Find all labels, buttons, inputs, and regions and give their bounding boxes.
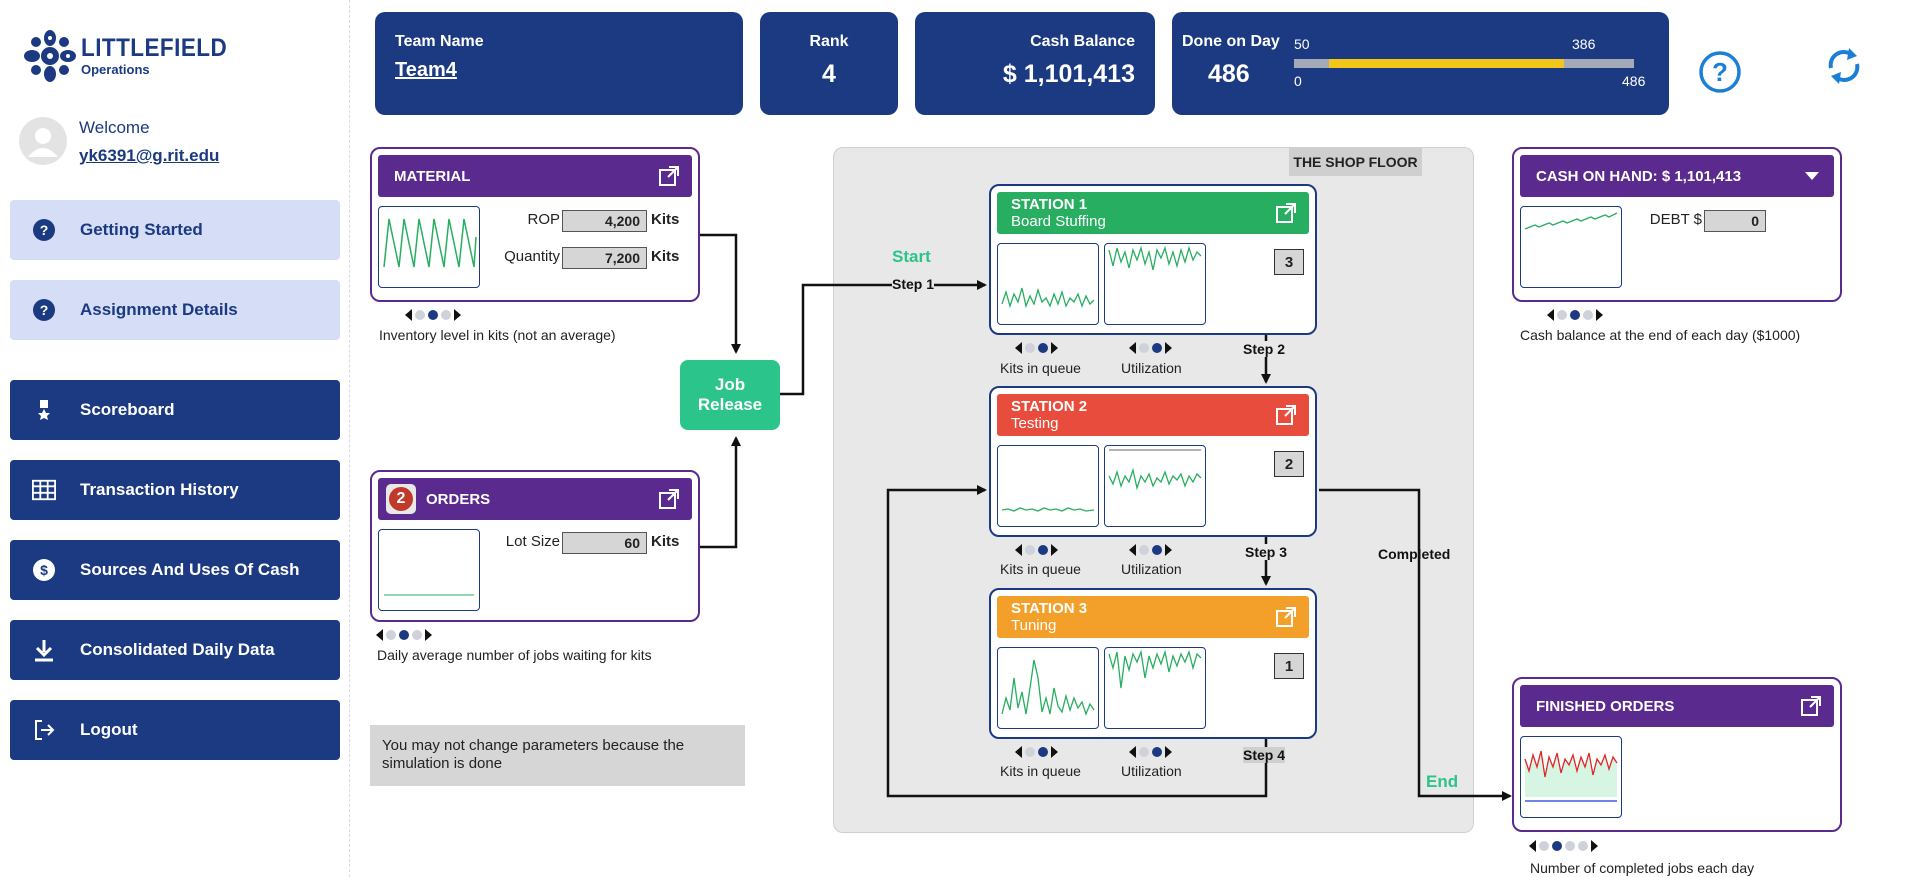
pager-dot[interactable]: [1139, 747, 1149, 757]
prev-arrow-icon[interactable]: [1129, 746, 1136, 758]
prev-arrow-icon[interactable]: [1129, 342, 1136, 354]
pager-dot[interactable]: [1583, 310, 1593, 320]
cash-caption: Cash balance at the end of each day ($10…: [1520, 327, 1801, 343]
next-arrow-icon[interactable]: [1051, 746, 1058, 758]
pager-dot[interactable]: [1565, 841, 1575, 851]
station-3-util-chart[interactable]: [1104, 647, 1206, 729]
external-link-icon[interactable]: [1800, 695, 1822, 717]
prev-arrow-icon[interactable]: [1015, 746, 1022, 758]
job-release-line2: Release: [697, 395, 763, 414]
completed-label: Completed: [1378, 546, 1451, 562]
finished-orders-header: FINISHED ORDERS: [1520, 685, 1834, 727]
step-2-label: Step 2: [1243, 341, 1286, 357]
pager-dot-active[interactable]: [1570, 310, 1580, 320]
pager-dot-active[interactable]: [1038, 747, 1048, 757]
next-arrow-icon[interactable]: [1051, 342, 1058, 354]
prev-arrow-icon[interactable]: [1129, 544, 1136, 556]
finished-orders-title: FINISHED ORDERS: [1536, 697, 1675, 715]
station-2-header: STATION 2 Testing: [997, 394, 1309, 436]
pager-dot[interactable]: [1025, 343, 1035, 353]
pager-dot[interactable]: [1025, 545, 1035, 555]
station-1-name: Board Stuffing: [1011, 213, 1106, 230]
pager-dot[interactable]: [1578, 841, 1588, 851]
station-1-machine-count: 3: [1274, 249, 1304, 275]
cash-pager[interactable]: [1547, 308, 1603, 322]
station-2-util-chart[interactable]: [1104, 445, 1206, 527]
start-label: Start: [892, 247, 931, 266]
job-release-line1: Job: [714, 375, 746, 394]
station-3-util-pager[interactable]: [1129, 745, 1172, 759]
pager-dot-active[interactable]: [1038, 545, 1048, 555]
pager-dot[interactable]: [1025, 747, 1035, 757]
step-1-label: Step 1: [892, 276, 935, 292]
pager-dot-active[interactable]: [1152, 545, 1162, 555]
external-link-icon[interactable]: [1275, 202, 1297, 224]
pager-dot-active[interactable]: [1152, 343, 1162, 353]
external-link-icon[interactable]: [1275, 606, 1297, 628]
station-3-queue-chart[interactable]: [997, 647, 1099, 729]
pager-dot-active[interactable]: [1152, 747, 1162, 757]
station-2-queue-caption: Kits in queue: [1000, 561, 1081, 577]
station-3-util-caption: Utilization: [1121, 763, 1182, 779]
cash-chart[interactable]: [1520, 206, 1622, 288]
station-1-panel: STATION 1 Board Stuffing 3: [989, 184, 1317, 335]
finished-orders-pager[interactable]: [1529, 839, 1598, 853]
prev-arrow-icon[interactable]: [1547, 309, 1554, 321]
cash-on-hand-title: CASH ON HAND: $ 1,101,413: [1536, 167, 1742, 185]
station-3-queue-caption: Kits in queue: [1000, 763, 1081, 779]
pager-dot-active[interactable]: [1552, 841, 1562, 851]
pager-dot-active[interactable]: [1038, 343, 1048, 353]
step-4-label: Step 4: [1243, 747, 1286, 763]
external-link-icon[interactable]: [1275, 404, 1297, 426]
debt-label: DEBT $: [1649, 211, 1702, 228]
station-2-util-caption: Utilization: [1121, 561, 1182, 577]
station-2-panel: STATION 2 Testing 2: [989, 386, 1317, 537]
station-2-name: Testing: [1011, 415, 1059, 432]
cash-header[interactable]: CASH ON HAND: $ 1,101,413: [1520, 155, 1834, 197]
pager-dot[interactable]: [1139, 545, 1149, 555]
pager-dot[interactable]: [1539, 841, 1549, 851]
station-1-queue-pager[interactable]: [1015, 341, 1058, 355]
cash-panel: CASH ON HAND: $ 1,101,413 DEBT $ 0: [1512, 147, 1842, 302]
chevron-down-icon[interactable]: [1804, 170, 1820, 182]
station-2-machine-count: 2: [1274, 451, 1304, 477]
station-1-header: STATION 1 Board Stuffing: [997, 192, 1309, 234]
station-1-title: STATION 1: [1011, 196, 1088, 213]
next-arrow-icon[interactable]: [1051, 544, 1058, 556]
end-label: End: [1426, 772, 1459, 791]
station-1-queue-caption: Kits in queue: [1000, 360, 1081, 376]
station-3-machine-count: 1: [1274, 653, 1304, 679]
station-1-util-chart[interactable]: [1104, 243, 1206, 325]
debt-field: 0: [1704, 210, 1766, 232]
station-3-header: STATION 3 Tuning: [997, 596, 1309, 638]
finished-orders-caption: Number of completed jobs each day: [1530, 860, 1755, 876]
station-2-queue-chart[interactable]: [997, 445, 1099, 527]
pager-dot[interactable]: [1557, 310, 1567, 320]
station-1-queue-chart[interactable]: [997, 243, 1099, 325]
station-3-queue-pager[interactable]: [1015, 745, 1058, 759]
station-2-title: STATION 2: [1011, 398, 1088, 415]
station-3-name: Tuning: [1011, 617, 1057, 634]
job-release-node: Job Release: [680, 360, 780, 430]
step-3-label: Step 3: [1245, 544, 1288, 560]
pager-dot[interactable]: [1139, 343, 1149, 353]
prev-arrow-icon[interactable]: [1015, 544, 1022, 556]
station-1-util-caption: Utilization: [1121, 360, 1182, 376]
next-arrow-icon[interactable]: [1165, 544, 1172, 556]
station-1-util-pager[interactable]: [1129, 341, 1172, 355]
prev-arrow-icon[interactable]: [1529, 840, 1536, 852]
finished-orders-chart[interactable]: [1520, 736, 1622, 818]
station-3-panel: STATION 3 Tuning 1: [989, 588, 1317, 739]
next-arrow-icon[interactable]: [1596, 309, 1603, 321]
finished-orders-panel: FINISHED ORDERS: [1512, 677, 1842, 832]
next-arrow-icon[interactable]: [1165, 746, 1172, 758]
station-2-util-pager[interactable]: [1129, 543, 1172, 557]
next-arrow-icon[interactable]: [1591, 840, 1598, 852]
prev-arrow-icon[interactable]: [1015, 342, 1022, 354]
station-2-queue-pager[interactable]: [1015, 543, 1058, 557]
station-3-title: STATION 3: [1011, 600, 1088, 617]
next-arrow-icon[interactable]: [1165, 342, 1172, 354]
